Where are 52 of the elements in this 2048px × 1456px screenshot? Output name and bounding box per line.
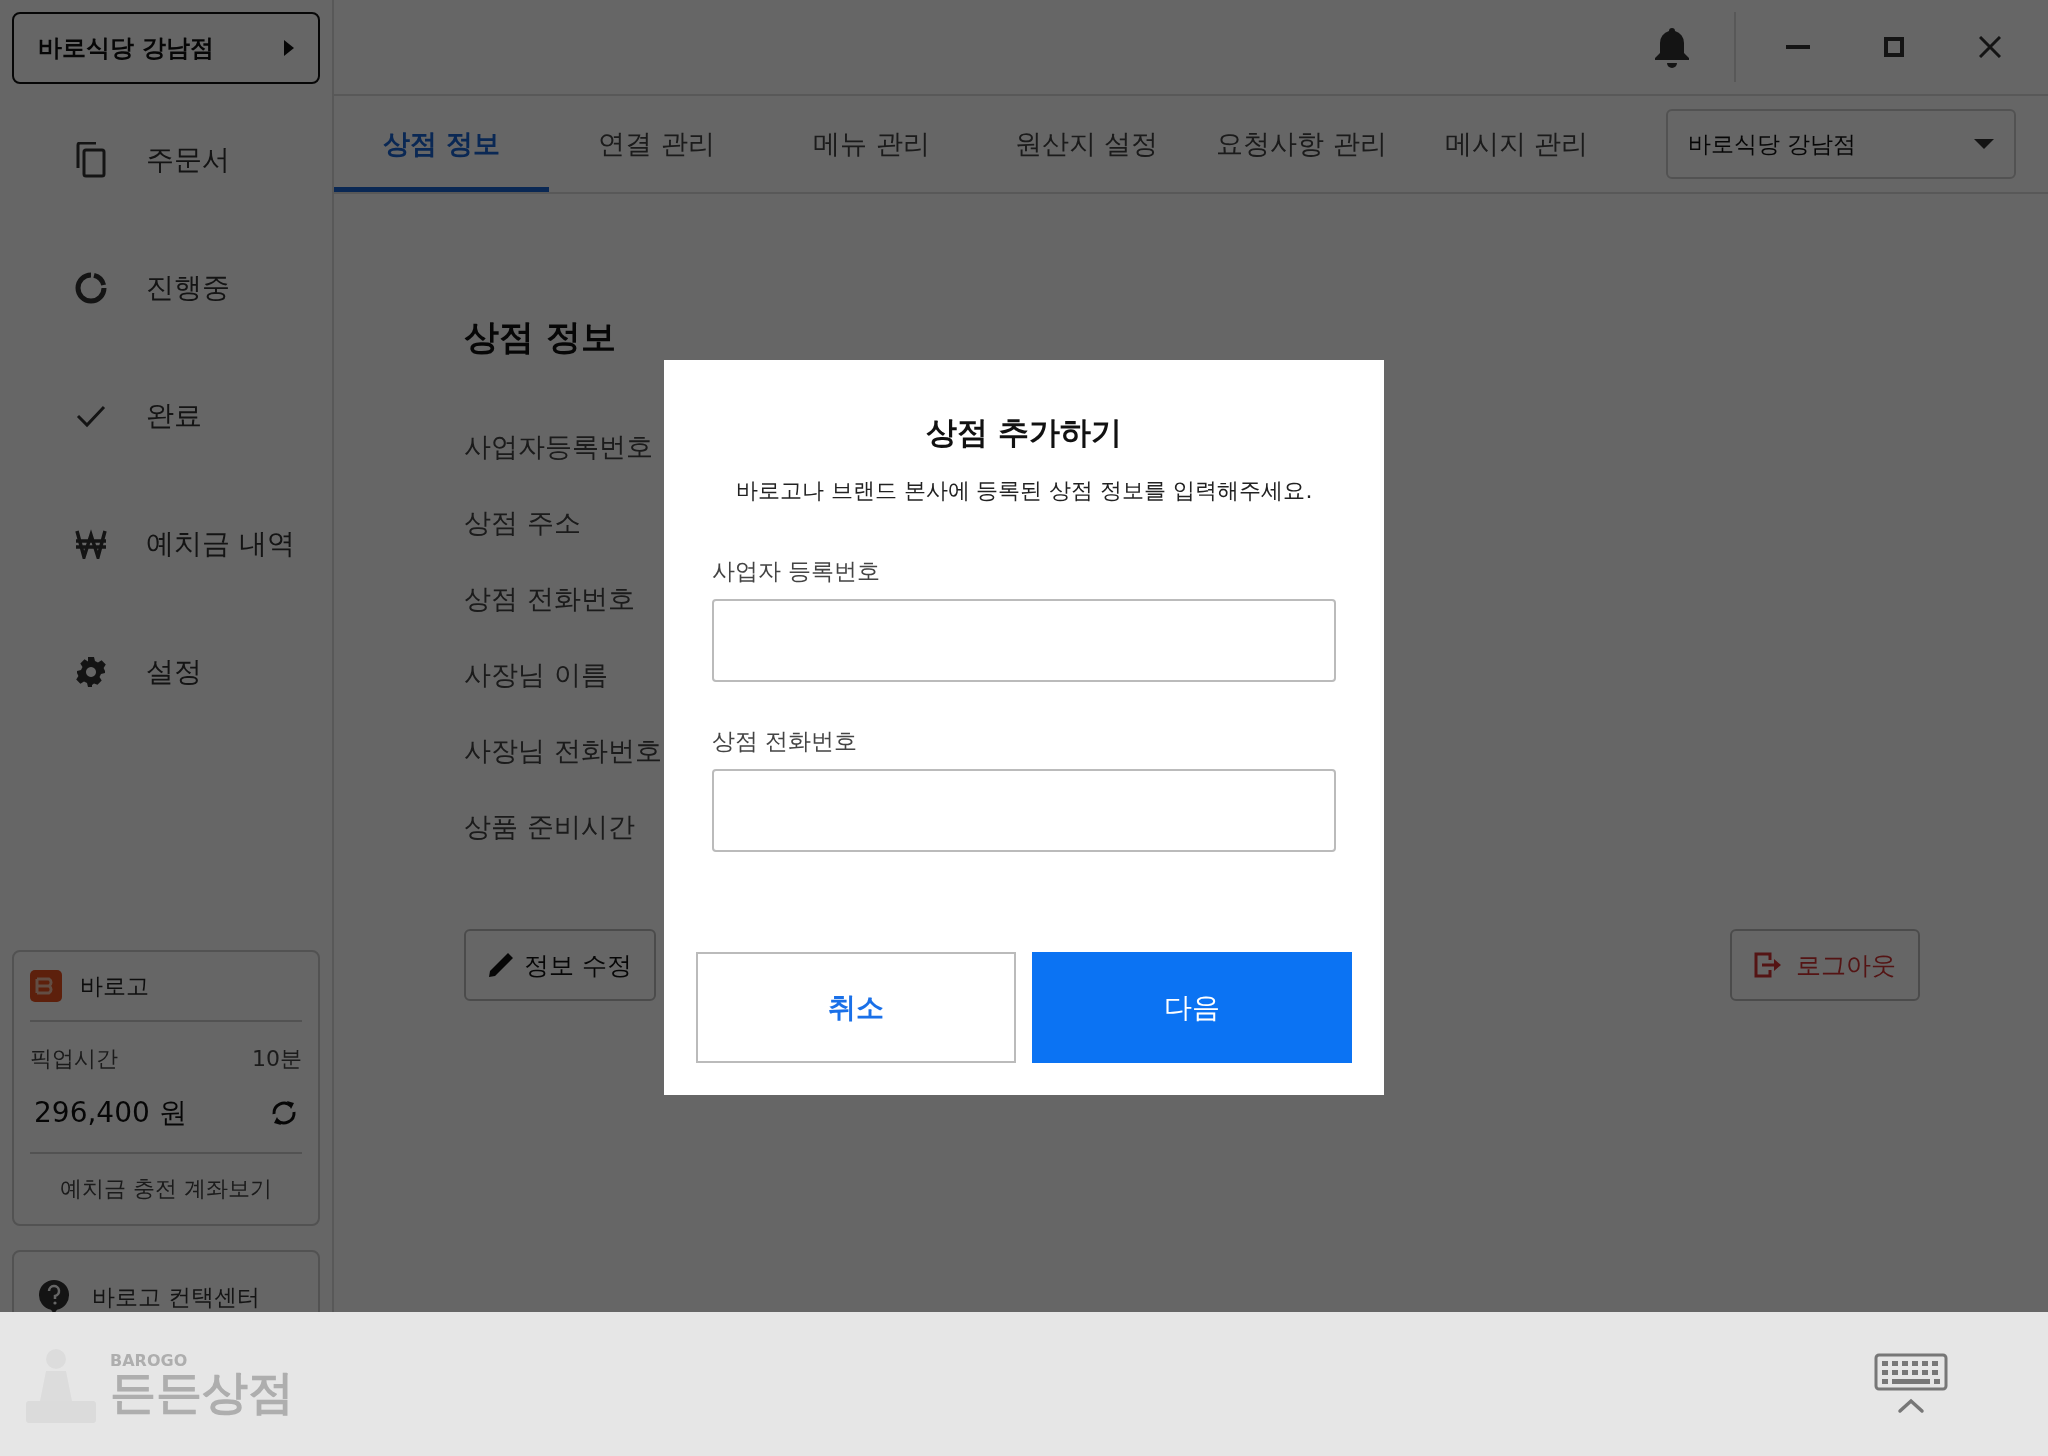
won-icon	[75, 529, 107, 559]
deposit-account-link[interactable]: 예치금 충전 계좌보기	[30, 1154, 302, 1224]
close-icon[interactable]	[1979, 36, 2001, 58]
dialog-title: 상점 추가하기	[924, 413, 1124, 452]
field-label: 상품 준비시간	[464, 811, 635, 842]
logout-icon	[1754, 952, 1782, 978]
maximize-icon[interactable]	[1884, 37, 1904, 57]
progress-ring-icon	[75, 272, 107, 304]
logo-caption: BAROGO	[110, 1353, 189, 1369]
sidebar-item[interactable]: 주문서	[12, 126, 320, 194]
brand-logo-icon	[30, 970, 62, 1002]
tab[interactable]: 원산지 설정	[979, 96, 1194, 192]
sidebar-item[interactable]: 진행중	[12, 254, 320, 322]
check-icon	[76, 404, 106, 428]
logout-button[interactable]: 로그아웃	[1730, 929, 1920, 1001]
next-button[interactable]: 다음	[1032, 952, 1352, 1063]
field-label: 상점 전화번호	[464, 583, 635, 614]
dialog-description: 바로고나 브랜드 본사에 등록된 상점 정보를 입력해주세요.	[734, 477, 1314, 505]
caret-icon	[284, 40, 294, 56]
field-label: 사장님 전화번호	[464, 735, 662, 766]
pickup-label: 픽업시간	[30, 1045, 118, 1073]
tab[interactable]: 상점 정보	[334, 96, 549, 192]
sidebar-item[interactable]: 설정	[12, 638, 320, 706]
field-label: 사업자등록번호	[464, 431, 653, 462]
tab[interactable]: 메시지 관리	[1409, 96, 1624, 192]
tab[interactable]: 요청사항 관리	[1194, 96, 1409, 192]
cancel-button[interactable]: 취소	[696, 952, 1016, 1063]
refresh-icon[interactable]	[270, 1098, 298, 1128]
sidebar-item[interactable]: 완료	[12, 382, 320, 450]
notification-bell-icon[interactable]	[1653, 26, 1691, 68]
balance-amount: 296,400 원	[34, 1095, 187, 1131]
tab[interactable]: 연결 관리	[549, 96, 764, 192]
store-button[interactable]: 바로식당 강남점	[12, 12, 320, 84]
store-dropdown[interactable]: 바로식당 강남점	[1666, 109, 2016, 179]
edit-info-button[interactable]: 정보 수정	[464, 929, 656, 1001]
dropdown-arrow-icon	[1974, 139, 1994, 149]
input-label: 사업자 등록번호	[712, 557, 882, 586]
copy-icon	[76, 142, 106, 178]
field-label: 상점 주소	[464, 507, 581, 538]
brand-name: 바로고	[80, 971, 149, 1001]
keyboard-toggle-icon[interactable]	[1874, 1353, 1948, 1415]
pencil-icon	[488, 952, 514, 978]
input-label: 상점 전화번호	[712, 727, 859, 756]
settings-icon	[75, 656, 107, 688]
input-field[interactable]	[712, 599, 1336, 682]
tab[interactable]: 메뉴 관리	[764, 96, 979, 192]
sidebar-item[interactable]: 예치금 내역	[12, 510, 320, 578]
field-label: 사장님 이름	[464, 659, 608, 690]
section-heading: 상점 정보	[464, 316, 618, 359]
logo-wordmark: 든든상점	[110, 1369, 294, 1415]
pickup-value: 10분	[252, 1045, 302, 1073]
input-field[interactable]	[712, 769, 1336, 852]
